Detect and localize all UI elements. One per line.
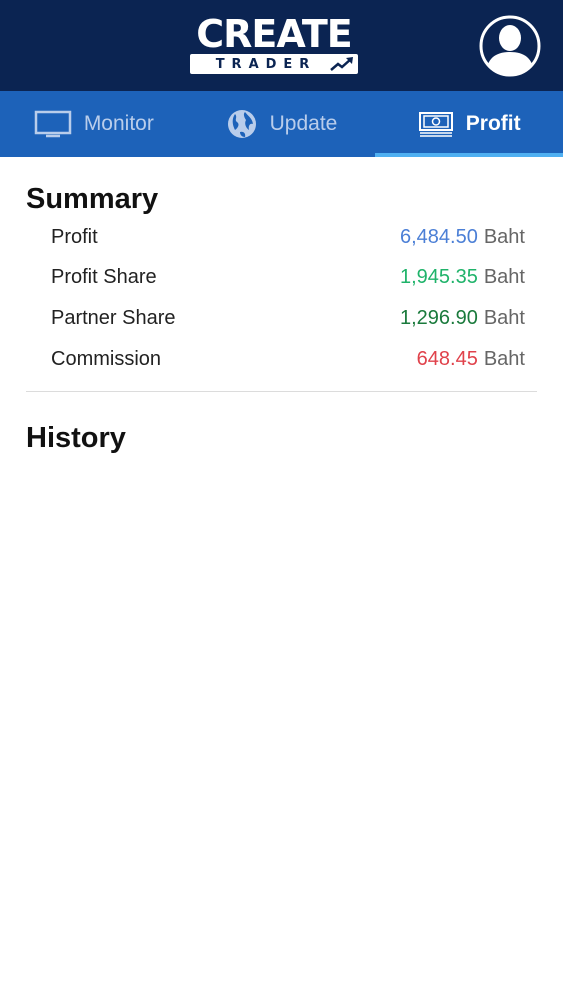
summary-value: 1,945.35 <box>399 266 478 289</box>
summary-value: 1,296.90 <box>399 306 478 329</box>
tab-monitor-label: Monitor <box>83 112 154 135</box>
logo-create-text: CREATE <box>196 12 352 56</box>
tab-update-label: Update <box>269 112 338 135</box>
create-trader-logo: CREATE TRADER <box>190 12 358 74</box>
banknote-icon <box>418 112 453 137</box>
summary-unit: Baht <box>483 266 525 289</box>
user-avatar-icon[interactable] <box>478 14 542 78</box>
summary-row-profit-share: Profit Share 1,945.35 Baht <box>51 258 525 299</box>
tab-profit-label: Profit <box>465 112 521 135</box>
tab-profit[interactable]: Profit <box>375 91 563 157</box>
summary-row-profit: Profit 6,484.50 Baht <box>51 217 525 258</box>
globe-icon <box>227 110 256 138</box>
logo-trader-text: TRADER <box>215 56 317 72</box>
summary-value: 648.45 <box>416 347 478 370</box>
summary-title: Summary <box>26 183 159 215</box>
trend-arrow-icon <box>330 57 353 71</box>
summary-unit: Baht <box>483 225 525 248</box>
tab-update[interactable]: Update <box>188 91 376 157</box>
summary-value: 6,484.50 <box>399 225 478 248</box>
main-content: Summary Profit 6,484.50 Baht Profit Share… <box>0 157 563 456</box>
summary-label: Commission <box>51 347 162 370</box>
history-title: History <box>26 422 126 455</box>
summary-unit: Baht <box>483 306 525 329</box>
summary-unit: Baht <box>483 347 525 370</box>
summary-label: Partner Share <box>51 306 176 329</box>
logo-trader-box: TRADER <box>190 54 358 74</box>
summary-label: Profit Share <box>51 266 157 289</box>
tab-monitor[interactable]: Monitor <box>0 91 188 157</box>
summary-row-commission: Commission 648.45 Baht <box>51 339 525 380</box>
tab-bar: Monitor Update Profit <box>0 91 563 157</box>
summary-list: Profit 6,484.50 Baht Profit Share 1,945.3… <box>26 217 537 379</box>
summary-label: Profit <box>51 225 98 248</box>
app-header: CREATE TRADER <box>0 0 563 91</box>
summary-row-partner-share: Partner Share 1,296.90 Baht <box>51 298 525 339</box>
monitor-icon <box>34 110 72 138</box>
